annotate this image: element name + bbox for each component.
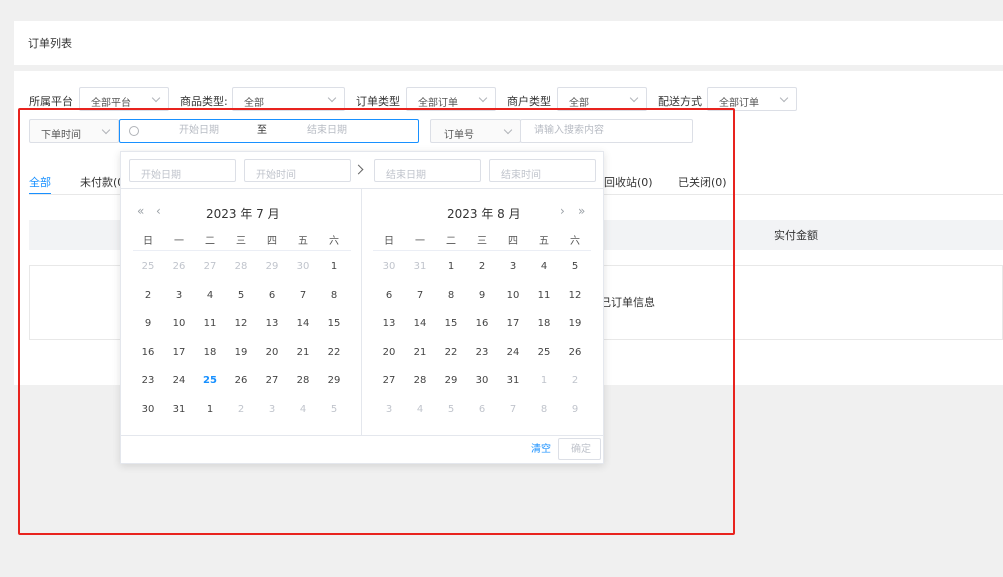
merchant-type-label: 商户类型 xyxy=(507,95,551,108)
chevron-down-icon xyxy=(151,93,161,103)
goods-type-label: 商品类型: xyxy=(180,95,228,108)
delivery-select-value: 全部订单 xyxy=(719,98,759,109)
chevron-down-icon xyxy=(327,93,337,103)
highlight-box xyxy=(18,108,735,535)
table-header-paid-amount: 实付金额 xyxy=(774,229,818,242)
order-type-select-value: 全部订单 xyxy=(418,98,458,109)
platform-label: 所属平台 xyxy=(29,95,73,108)
order-type-label: 订单类型 xyxy=(356,95,400,108)
chevron-down-icon xyxy=(779,93,789,103)
title-card: 订单列表 xyxy=(14,21,1003,65)
platform-select-value: 全部平台 xyxy=(91,98,131,109)
page-title: 订单列表 xyxy=(28,37,72,50)
delivery-label: 配送方式 xyxy=(658,95,702,108)
chevron-down-icon xyxy=(629,93,639,103)
merchant-type-select-value: 全部 xyxy=(569,98,589,109)
chevron-down-icon xyxy=(478,93,488,103)
goods-type-select-value: 全部 xyxy=(244,98,264,109)
